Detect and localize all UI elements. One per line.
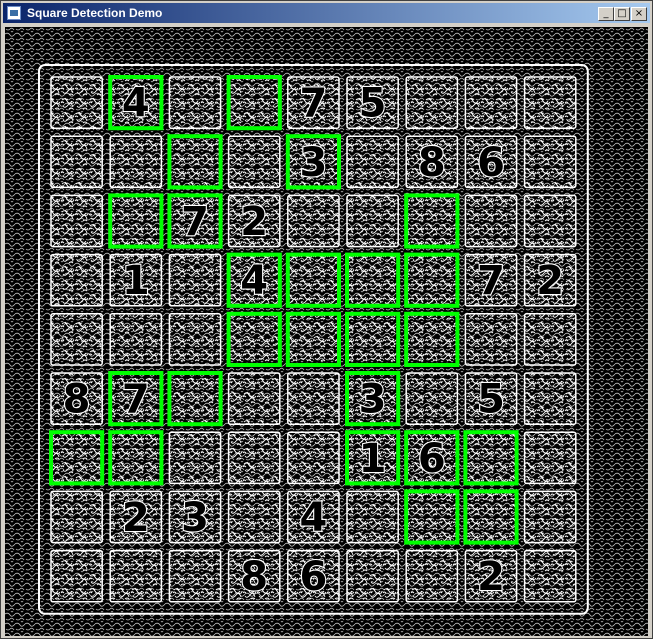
app-icon: [7, 6, 21, 20]
board-cell: [109, 431, 163, 485]
board-cell: [50, 253, 103, 307]
cell-digit: 3: [359, 377, 387, 423]
board-cell: [523, 372, 577, 425]
board-cell: [346, 253, 399, 307]
cell-digit: 1: [359, 436, 387, 482]
cell-digit: 6: [477, 140, 505, 186]
cell-digit: 1: [122, 258, 150, 304]
board-cell: [346, 549, 399, 603]
cell-digit: 2: [536, 258, 564, 304]
board-cell: [523, 135, 577, 189]
board-cell: [227, 135, 281, 189]
cell-digit: 8: [418, 140, 446, 186]
board-cell: [227, 490, 281, 544]
board-cell: [523, 490, 577, 544]
board-cell: [50, 194, 103, 248]
board-cell: [227, 431, 281, 485]
cell-digit: 5: [477, 377, 505, 423]
board-cell: [287, 431, 340, 485]
board-cell: [168, 135, 222, 189]
cell-digit: 2: [477, 554, 505, 600]
application-window: Square Detection Demo _ □ × 475386721472…: [0, 0, 653, 639]
board-cell: [405, 313, 459, 366]
cell-digit: 4: [299, 495, 327, 541]
board-cell: [346, 194, 399, 248]
cell-digit: 2: [122, 495, 150, 541]
board-cell: [168, 372, 222, 425]
board-cell: [464, 194, 518, 248]
board-cell: [109, 313, 163, 366]
board-cell: [168, 549, 222, 603]
board-cell: [405, 372, 459, 425]
cell-digit: 7: [122, 377, 150, 423]
board-cell: [405, 490, 459, 544]
board-cell: [50, 76, 103, 129]
cell-digit: 4: [240, 258, 268, 304]
cell-digit: 3: [181, 495, 209, 541]
board-cell: [405, 76, 459, 129]
board-cell: [523, 313, 577, 366]
close-button[interactable]: ×: [631, 7, 647, 21]
title-bar[interactable]: Square Detection Demo _ □ ×: [3, 3, 650, 23]
board-cell: [50, 549, 103, 603]
board-cell: [287, 372, 340, 425]
cell-digit: 5: [359, 81, 387, 127]
cell-digit: 8: [63, 377, 91, 423]
board-cell: [227, 76, 281, 129]
board-cell: [346, 135, 399, 189]
maximize-button[interactable]: □: [614, 7, 630, 21]
board-cell: [464, 490, 518, 544]
cell-digit: 8: [240, 554, 268, 600]
board-cell: [287, 313, 340, 366]
board-cell: [50, 135, 103, 189]
board-cell: [287, 194, 340, 248]
minimize-button[interactable]: _: [598, 7, 614, 21]
board-cell: [109, 549, 163, 603]
maximize-icon: □: [617, 8, 627, 19]
board-cell: [464, 76, 518, 129]
board-cell: [405, 194, 459, 248]
board-cell: [464, 431, 518, 485]
cell-digit: 7: [181, 199, 209, 245]
board-cell: [523, 431, 577, 485]
minimize-icon: _: [603, 8, 609, 19]
board-cell: [523, 549, 577, 603]
board-cell: [523, 76, 577, 129]
cell-digit: 3: [299, 140, 327, 186]
cell-digit: 6: [418, 436, 446, 482]
board-cell: [405, 253, 459, 307]
board-cell: [346, 490, 399, 544]
board-cell: [227, 372, 281, 425]
close-icon: ×: [634, 8, 644, 19]
board-cell: [50, 313, 103, 366]
board-cell: [168, 253, 222, 307]
board-cell: [168, 313, 222, 366]
image-canvas: 475386721472873516234862: [5, 27, 648, 636]
board-cell: [464, 313, 518, 366]
board-cell: [523, 194, 577, 248]
cell-digit: 6: [299, 554, 327, 600]
window-title: Square Detection Demo: [27, 6, 163, 20]
cell-digit: 7: [477, 258, 505, 304]
cell-digit: 4: [122, 81, 150, 127]
board-cell: [109, 135, 163, 189]
board-cell: [109, 194, 163, 248]
board-cell: [50, 490, 103, 544]
board-cell: [168, 431, 222, 485]
board-cell: [227, 313, 281, 366]
board-cell: [168, 76, 222, 129]
board-cell: [346, 313, 399, 366]
sudoku-edge-image: 4 7 53 8 67 21 4 7 28 7 3 51 62 3 48 6 2: [5, 27, 648, 636]
board-cell: [405, 549, 459, 603]
cell-digit: 2: [240, 199, 268, 245]
board-cell: [287, 253, 340, 307]
cell-digit: 7: [299, 81, 327, 127]
board-cell: [50, 431, 103, 485]
